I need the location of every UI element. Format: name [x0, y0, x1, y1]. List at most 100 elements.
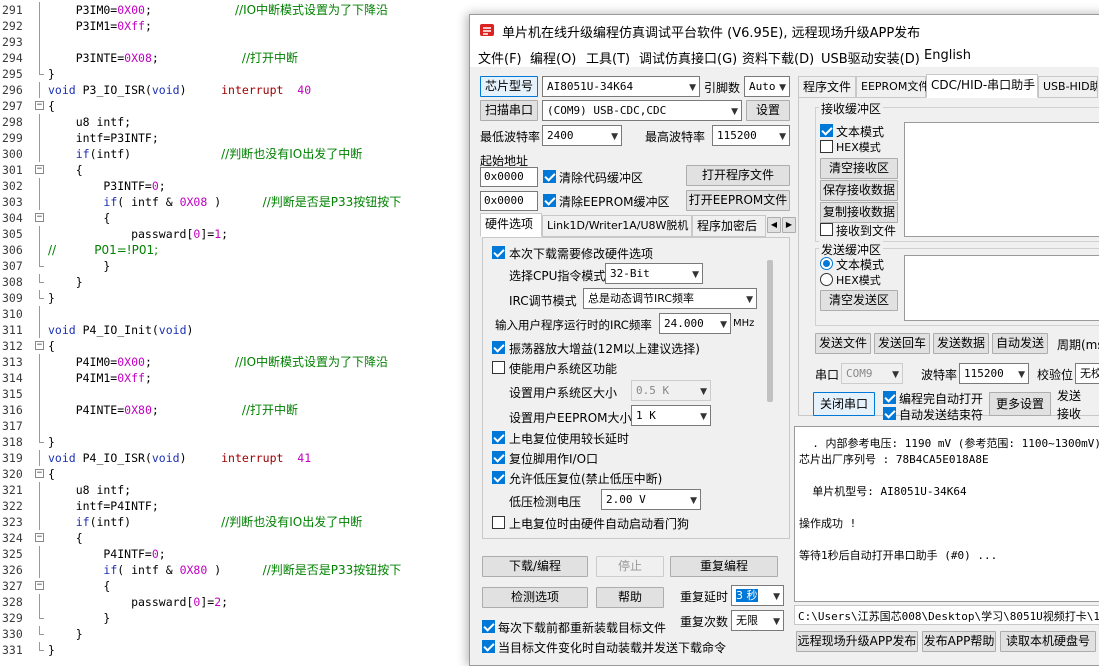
osc-gain-checkbox[interactable]: [492, 341, 505, 354]
repeat-count-select[interactable]: 无限 ▼: [731, 610, 784, 631]
read-disk-id-button[interactable]: 读取本机硬盘号: [1000, 631, 1096, 652]
code-token: ;: [144, 19, 152, 33]
code-token: ( intf &: [117, 563, 180, 577]
send-file-button[interactable]: 发送文件: [815, 333, 871, 354]
wdt-checkbox[interactable]: [492, 516, 505, 529]
help-button[interactable]: 帮助: [596, 587, 664, 608]
rx-text-mode-checkbox[interactable]: [820, 124, 833, 137]
output-log[interactable]: . 内部参考电压: 1190 mV (参考范围: 1100~1300mV) 芯片出…: [794, 426, 1099, 602]
long-delay-checkbox[interactable]: [492, 431, 505, 444]
fold-toggle-icon[interactable]: −: [35, 341, 44, 350]
cpu-mode-select[interactable]: 32-Bit ▼: [605, 263, 703, 284]
tx-hex-mode-radio[interactable]: [820, 273, 833, 286]
download-program-button[interactable]: 下载/编程: [482, 556, 588, 577]
publish-app-button[interactable]: 远程现场升级APP发布: [796, 631, 918, 652]
options-scrollbar[interactable]: [767, 260, 773, 402]
check-options-button[interactable]: 检测选项: [482, 587, 588, 608]
tab-hardware-options[interactable]: 硬件选项: [480, 213, 542, 237]
menu-tools[interactable]: 工具(T): [586, 48, 630, 67]
open-eeprom-file-button[interactable]: 打开EEPROM文件: [686, 190, 790, 211]
send-data-button[interactable]: 发送数据: [933, 333, 989, 354]
repeat-delay-select[interactable]: 3 秒 ▼: [731, 585, 784, 606]
sys-size-select[interactable]: 0.5 K ▼: [631, 380, 711, 401]
menu-english[interactable]: English: [924, 48, 971, 63]
fold-toggle-icon[interactable]: −: [35, 469, 44, 478]
close-port-button[interactable]: 关闭串口: [813, 392, 875, 416]
save-receive-button[interactable]: 保存接收数据: [820, 180, 898, 201]
auto-open-checkbox[interactable]: [883, 391, 896, 404]
fold-guide: [39, 498, 40, 514]
scan-port-button[interactable]: 扫描串口: [480, 100, 538, 121]
code-token: ): [207, 195, 263, 209]
auto-send-end-checkbox[interactable]: [883, 407, 896, 420]
send-textarea[interactable]: [904, 255, 1099, 321]
fold-toggle-icon[interactable]: −: [35, 213, 44, 222]
reload-target-checkbox[interactable]: [482, 620, 495, 633]
eeprom-size-select[interactable]: 1 K ▼: [631, 405, 711, 426]
tab-eeprom-file[interactable]: EEPROM文件: [856, 76, 929, 98]
fold-toggle-icon[interactable]: −: [35, 533, 44, 542]
modify-hw-checkbox[interactable]: [492, 246, 505, 259]
fold-toggle-icon[interactable]: −: [35, 101, 44, 110]
menu-file[interactable]: 文件(F): [478, 48, 522, 67]
code-token: }: [48, 67, 55, 81]
code-token: P4_IO_ISR(: [75, 451, 152, 465]
rx-hex-mode-checkbox[interactable]: [820, 140, 833, 153]
receive-textarea[interactable]: [904, 122, 1099, 237]
tab-program-file[interactable]: 程序文件: [798, 76, 856, 98]
rx-to-file-checkbox[interactable]: [820, 223, 833, 236]
eeprom-address-input[interactable]: 0x0000: [480, 191, 538, 211]
menu-downloads[interactable]: 资料下载(D): [742, 48, 814, 67]
publish-help-button[interactable]: 发布APP帮助: [922, 631, 996, 652]
irc-freq-select[interactable]: 24.000 ▼: [659, 313, 731, 334]
hardware-options-panel: 本次下载需要修改硬件选项 选择CPU指令模式 32-Bit ▼ IRC调节模式 总…: [482, 237, 790, 539]
fold-toggle-icon[interactable]: −: [35, 165, 44, 174]
chip-model-select[interactable]: AI8051U-34K64 ▼: [542, 76, 700, 97]
serial-port-select[interactable]: COM9 ▼: [841, 363, 903, 384]
more-settings-button[interactable]: 更多设置: [989, 392, 1051, 416]
chip-model-button[interactable]: 芯片型号: [480, 76, 538, 97]
menu-debug[interactable]: 调试仿真接口(G): [639, 48, 737, 67]
min-baud-select[interactable]: 2400 ▼: [542, 125, 622, 146]
repeat-program-button[interactable]: 重复编程: [670, 556, 778, 577]
tab-usb-hid-helper[interactable]: USB-HID助手: [1038, 76, 1098, 98]
pins-select[interactable]: Auto ▼: [744, 76, 790, 97]
stop-button[interactable]: 停止: [596, 556, 664, 577]
parity-select[interactable]: 无校: [1075, 363, 1099, 384]
clear-eeprom-checkbox[interactable]: [543, 194, 556, 207]
tab-serial-helper[interactable]: CDC/HID-串口助手: [926, 74, 1038, 98]
reset-io-checkbox[interactable]: [492, 451, 505, 464]
lvr-checkbox[interactable]: [492, 471, 505, 484]
eeprom-size-label: 设置用户EEPROM大小: [509, 411, 632, 425]
lvd-select[interactable]: 2.00 V ▼: [601, 489, 701, 510]
port-select[interactable]: (COM9) USB-CDC,CDC ▼: [542, 100, 742, 121]
send-enter-button[interactable]: 发送回车: [874, 333, 930, 354]
auto-send-button[interactable]: 自动发送: [992, 333, 1048, 354]
tab-encryption[interactable]: 程序加密后: [692, 215, 766, 237]
clear-send-button[interactable]: 清空发送区: [820, 290, 898, 311]
tx-text-mode-radio[interactable]: [820, 257, 833, 270]
baud-rate-select[interactable]: 115200 ▼: [959, 363, 1029, 384]
clear-code-checkbox[interactable]: [543, 170, 556, 183]
code-text: P3INTF=0;: [48, 178, 165, 194]
chevron-down-icon: ▼: [746, 295, 753, 305]
settings-button[interactable]: 设置: [746, 100, 790, 121]
code-text: passward[0]=1;: [48, 226, 228, 242]
tab-scroll-right-icon[interactable]: ▶: [782, 217, 796, 233]
max-baud-select[interactable]: 115200 ▼: [712, 125, 790, 146]
tab-offline[interactable]: Link1D/Writer1A/U8W脱机: [542, 215, 692, 237]
sys-area-checkbox[interactable]: [492, 361, 505, 374]
code-address-input[interactable]: 0x0000: [480, 167, 538, 187]
line-number: 315: [2, 387, 23, 401]
tab-scroll-left-icon[interactable]: ◀: [767, 217, 781, 233]
clear-receive-button[interactable]: 清空接收区: [820, 158, 898, 179]
menu-usb-driver[interactable]: USB驱动安装(D): [821, 48, 920, 67]
irc-mode-select[interactable]: 总是动态调节IRC频率 ▼: [583, 288, 757, 309]
auto-load-checkbox[interactable]: [482, 640, 495, 653]
menu-program[interactable]: 编程(O): [530, 48, 576, 67]
title-bar[interactable]: 单片机在线升级编程仿真调试平台软件 (V6.95E), 远程现场升级APP发布: [470, 15, 1099, 45]
copy-receive-button[interactable]: 复制接收数据: [820, 202, 898, 223]
fold-toggle-icon[interactable]: −: [35, 581, 44, 590]
open-program-file-button[interactable]: 打开程序文件: [686, 165, 790, 186]
